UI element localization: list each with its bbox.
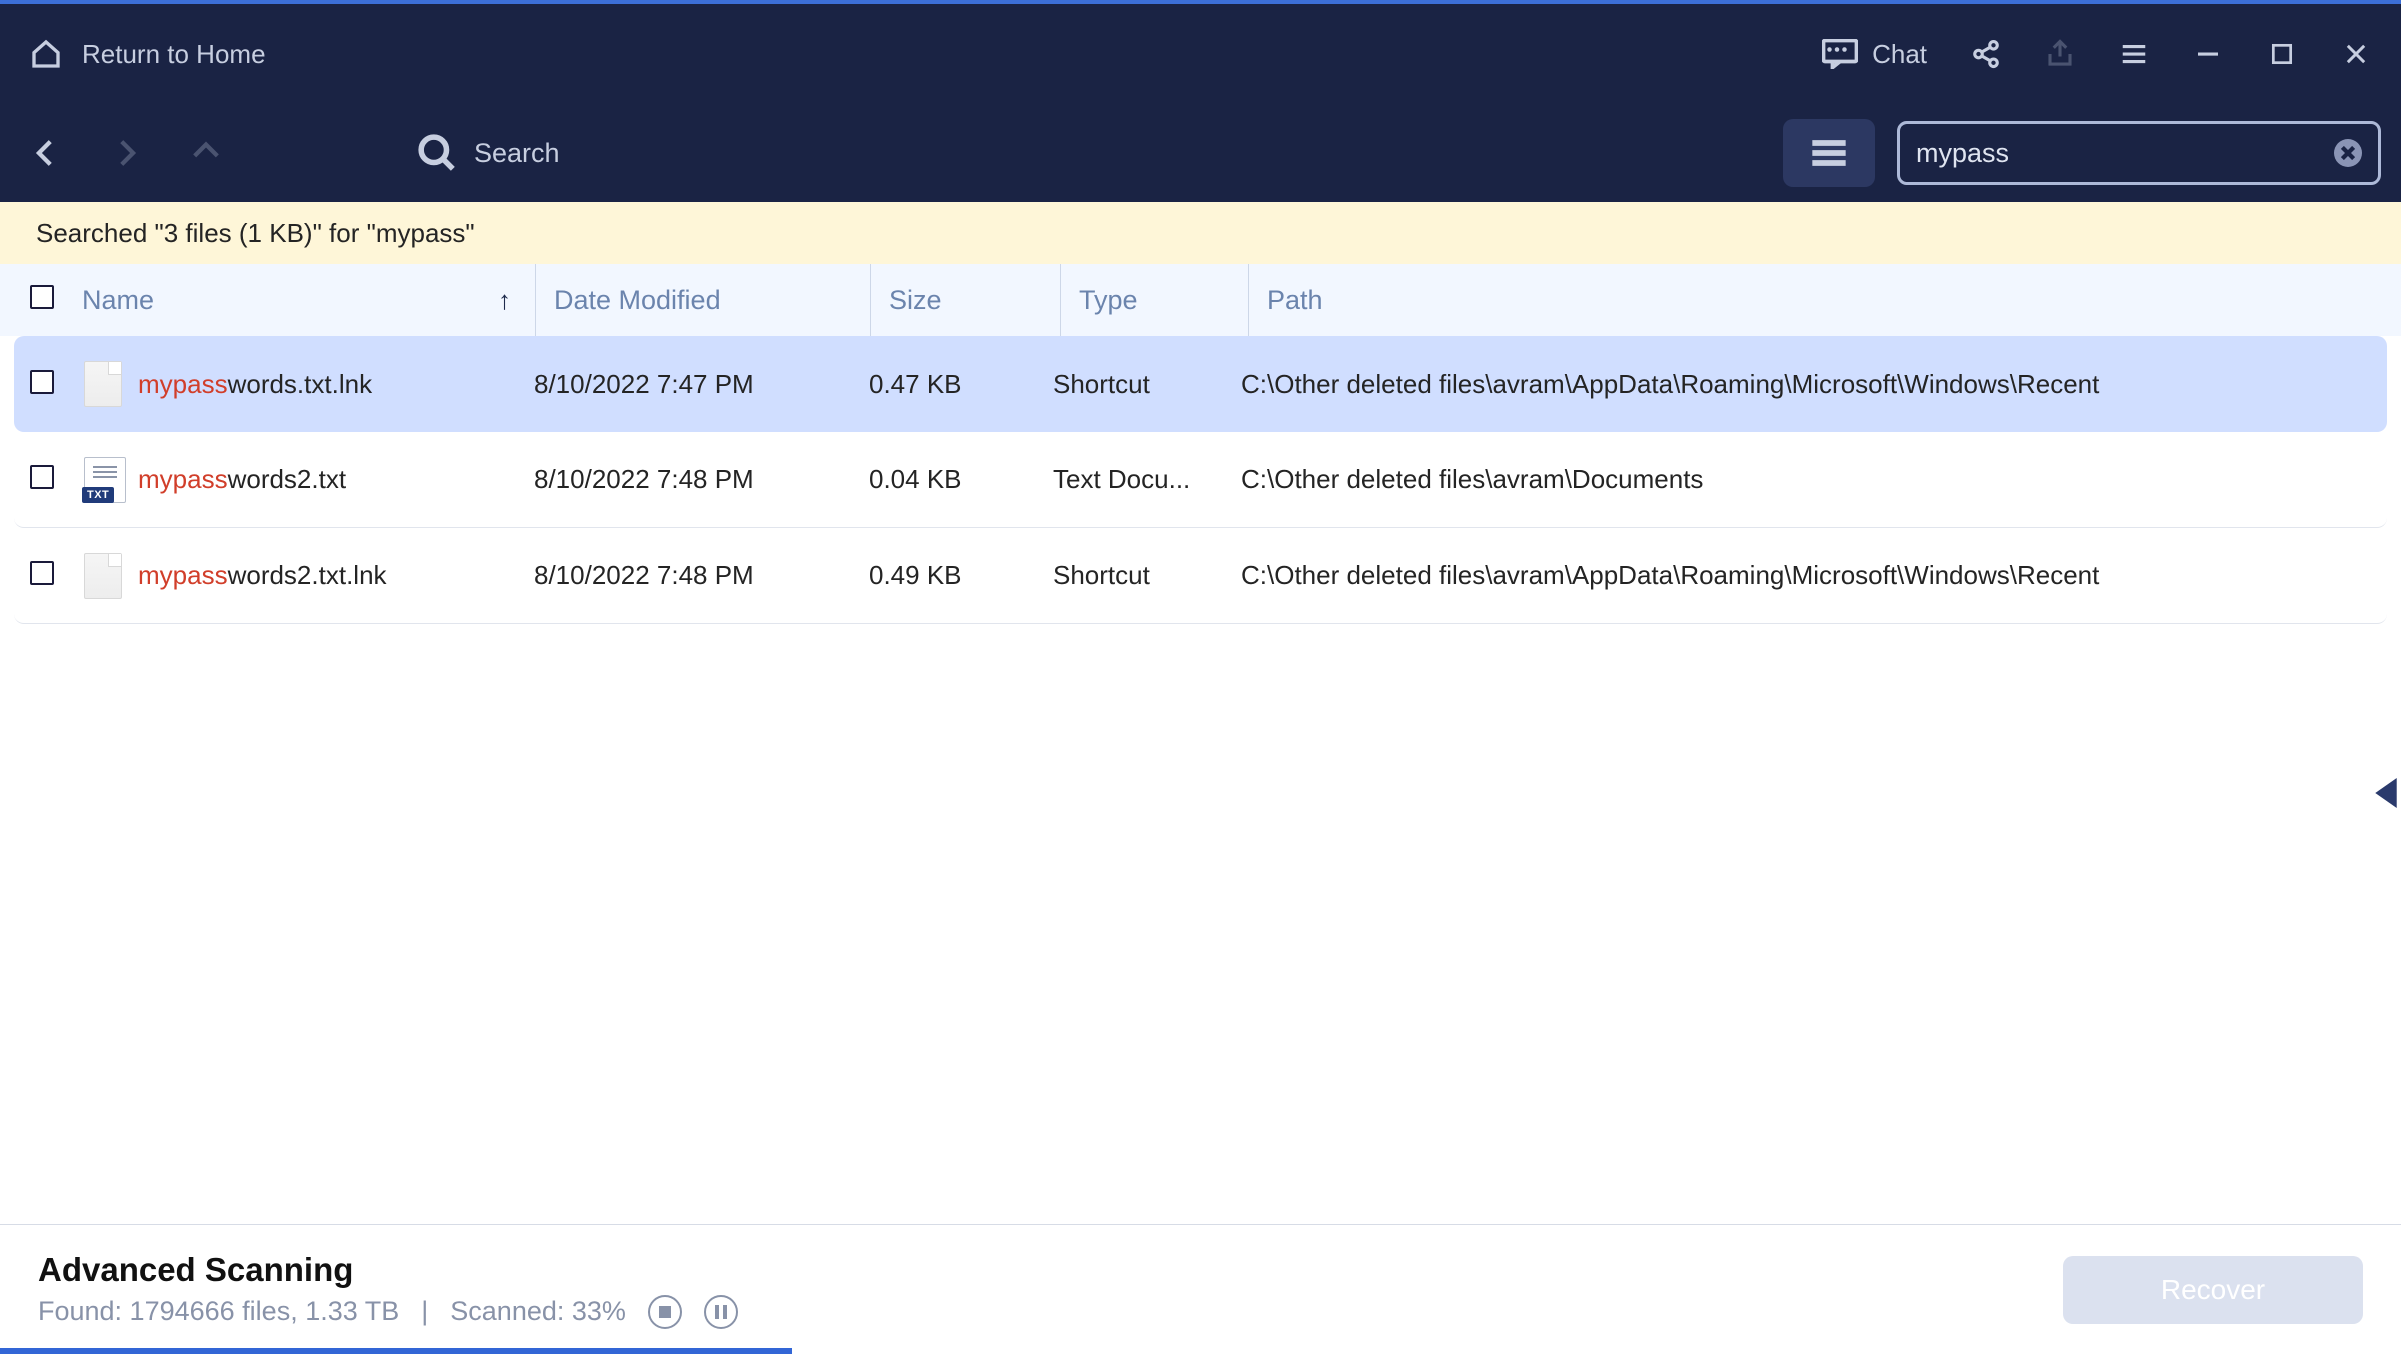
home-icon[interactable]: [30, 38, 62, 70]
file-icon: [84, 553, 122, 599]
file-type: Shortcut: [1043, 560, 1231, 591]
search-status-text: Searched "3 files (1 KB)" for "mypass": [36, 218, 475, 249]
column-size[interactable]: Size: [871, 264, 1061, 336]
file-name: mypasswords2.txt.lnk: [138, 560, 518, 591]
forward-button: [100, 127, 152, 179]
minimize-icon[interactable]: [2193, 39, 2223, 69]
collapse-panel-handle[interactable]: [2371, 770, 2401, 816]
row-checkbox[interactable]: [30, 370, 54, 394]
title-bar-right: Chat: [1822, 39, 2371, 70]
table-body: mypasswords.txt.lnk8/10/2022 7:47 PM0.47…: [0, 336, 2401, 624]
scan-title: Advanced Scanning: [38, 1251, 738, 1289]
return-home-link[interactable]: Return to Home: [82, 39, 266, 70]
row-checkbox[interactable]: [30, 561, 54, 585]
file-name: mypasswords2.txt: [138, 464, 518, 495]
scan-stats: Found: 1794666 files, 1.33 TB | Scanned:…: [38, 1295, 738, 1329]
footer-left: Advanced Scanning Found: 1794666 files, …: [38, 1251, 738, 1329]
stop-scan-button[interactable]: [648, 1295, 682, 1329]
file-date: 8/10/2022 7:47 PM: [518, 369, 853, 400]
table-row[interactable]: mypasswords2.txt.lnk8/10/2022 7:48 PM0.4…: [14, 528, 2387, 624]
chat-icon: [1822, 39, 1858, 69]
file-path: C:\Other deleted files\avram\AppData\Roa…: [1231, 560, 2387, 591]
column-date[interactable]: Date Modified: [536, 264, 871, 336]
search-status-bar: Searched "3 files (1 KB)" for "mypass": [0, 202, 2401, 264]
scanned-label: Scanned: 33%: [450, 1296, 626, 1327]
panel-toggle-button[interactable]: [1783, 119, 1875, 187]
file-icon: [84, 457, 122, 503]
file-path: C:\Other deleted files\avram\Documents: [1231, 464, 2387, 495]
toolbar: Search: [0, 104, 2401, 202]
file-path: C:\Other deleted files\avram\AppData\Roa…: [1231, 369, 2387, 400]
file-table: Name ↑ Date Modified Size Type Path mypa…: [0, 264, 2401, 624]
file-date: 8/10/2022 7:48 PM: [518, 464, 853, 495]
hamburger-icon[interactable]: [2119, 39, 2149, 69]
up-button: [180, 127, 232, 179]
row-checkbox[interactable]: [30, 465, 54, 489]
scan-progress-bar: [0, 1348, 792, 1354]
maximize-icon[interactable]: [2267, 39, 2297, 69]
file-type: Text Docu...: [1043, 464, 1231, 495]
file-date: 8/10/2022 7:48 PM: [518, 560, 853, 591]
chat-button[interactable]: Chat: [1822, 39, 1927, 70]
table-row[interactable]: mypasswords.txt.lnk8/10/2022 7:47 PM0.47…: [14, 336, 2387, 432]
column-path[interactable]: Path: [1249, 264, 2401, 336]
stats-separator: |: [421, 1296, 428, 1327]
clear-search-button[interactable]: [2334, 139, 2362, 167]
close-icon[interactable]: [2341, 39, 2371, 69]
sort-ascending-icon: ↑: [498, 285, 511, 316]
title-bar: Return to Home Chat: [0, 0, 2401, 104]
search-input-container: [1897, 121, 2381, 185]
column-type[interactable]: Type: [1061, 264, 1249, 336]
back-button[interactable]: [20, 127, 72, 179]
search-icon: [418, 134, 456, 172]
file-type: Shortcut: [1043, 369, 1231, 400]
recover-button[interactable]: Recover: [2063, 1256, 2363, 1324]
footer-bar: Advanced Scanning Found: 1794666 files, …: [0, 1224, 2401, 1354]
table-row[interactable]: mypasswords2.txt8/10/2022 7:48 PM0.04 KB…: [14, 432, 2387, 528]
pause-scan-button[interactable]: [704, 1295, 738, 1329]
column-name[interactable]: Name ↑: [82, 264, 536, 336]
title-bar-left: Return to Home: [30, 38, 266, 70]
file-size: 0.49 KB: [853, 560, 1043, 591]
file-size: 0.47 KB: [853, 369, 1043, 400]
file-size: 0.04 KB: [853, 464, 1043, 495]
chat-label: Chat: [1872, 39, 1927, 70]
column-name-label: Name: [82, 285, 154, 316]
file-icon: [84, 361, 122, 407]
select-all-checkbox[interactable]: [30, 285, 54, 309]
file-name: mypasswords.txt.lnk: [138, 369, 518, 400]
search-label: Search: [474, 138, 1783, 169]
found-label: Found: 1794666 files, 1.33 TB: [38, 1296, 399, 1327]
export-icon[interactable]: [2045, 39, 2075, 69]
share-icon[interactable]: [1971, 39, 2001, 69]
search-input[interactable]: [1916, 138, 2334, 169]
table-header: Name ↑ Date Modified Size Type Path: [0, 264, 2401, 336]
